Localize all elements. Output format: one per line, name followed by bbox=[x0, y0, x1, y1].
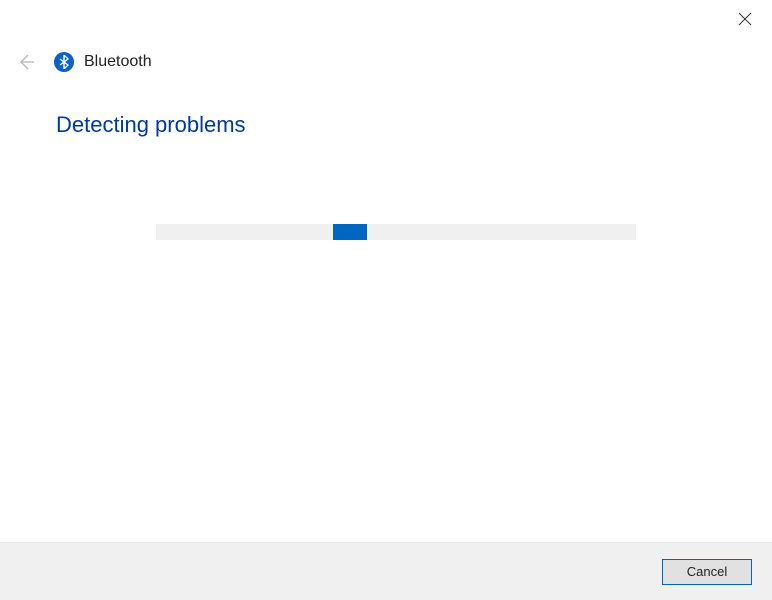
close-button[interactable] bbox=[736, 10, 754, 28]
content-area: Detecting problems bbox=[56, 112, 716, 138]
back-arrow-icon bbox=[16, 52, 36, 72]
close-icon bbox=[738, 12, 752, 26]
page-heading: Detecting problems bbox=[56, 112, 716, 138]
bluetooth-icon bbox=[54, 52, 74, 72]
back-button[interactable] bbox=[14, 50, 38, 74]
titlebar bbox=[736, 0, 772, 40]
progress-bar bbox=[156, 224, 636, 240]
title-group: Bluetooth bbox=[54, 52, 152, 72]
app-title: Bluetooth bbox=[84, 53, 152, 71]
cancel-button[interactable]: Cancel bbox=[662, 559, 752, 585]
header: Bluetooth bbox=[14, 50, 152, 74]
progress-indicator bbox=[333, 224, 367, 240]
footer: Cancel bbox=[0, 542, 772, 600]
